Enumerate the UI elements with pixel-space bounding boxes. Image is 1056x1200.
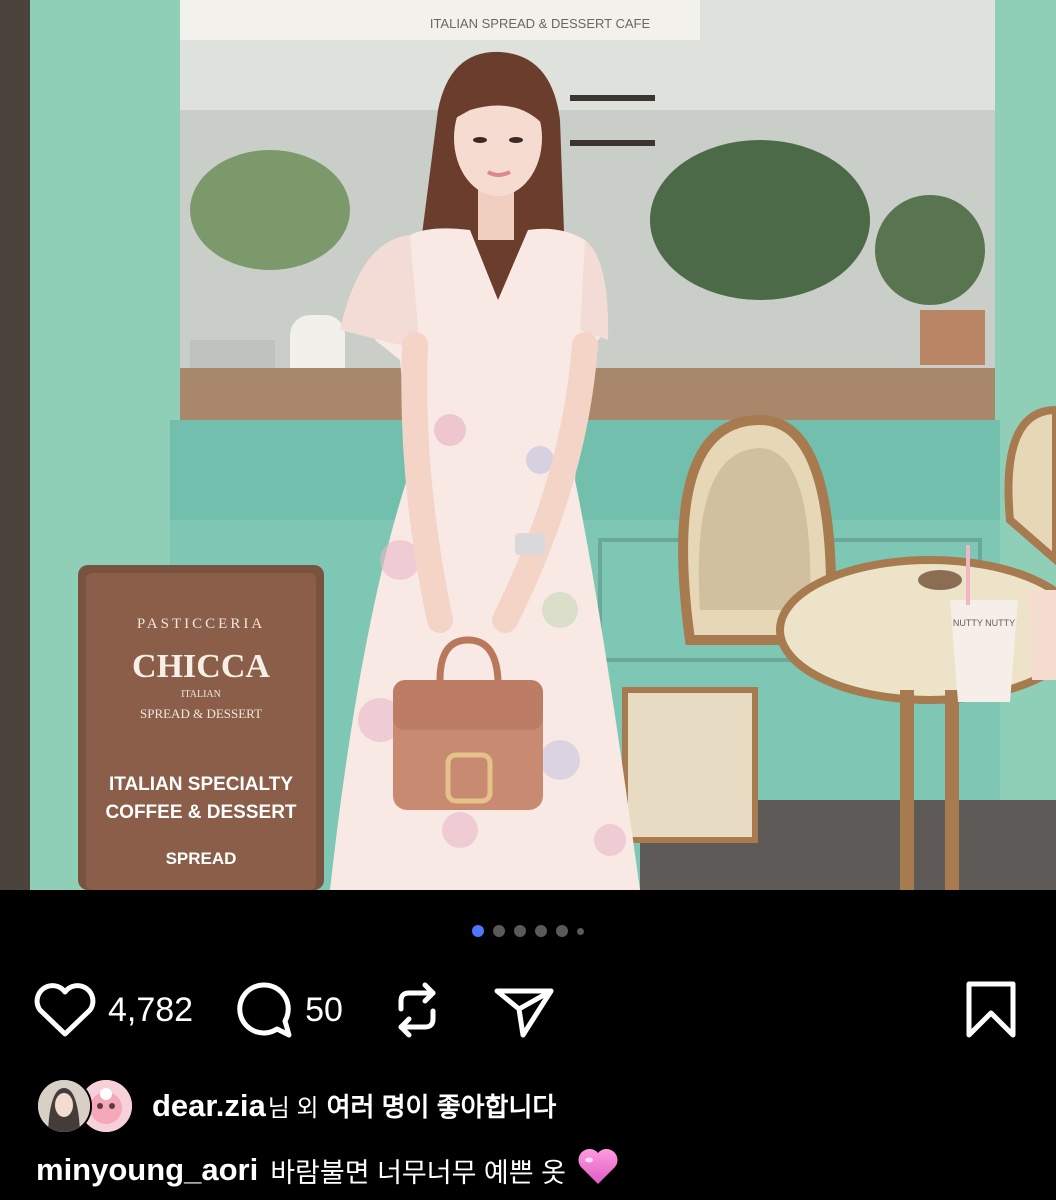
liked-by-username[interactable]: dear.zia (152, 1088, 266, 1124)
carousel-dot[interactable] (535, 925, 547, 937)
like-button[interactable]: 4,782 (32, 980, 193, 1040)
pink-heart-icon (576, 1146, 620, 1194)
liked-by-suffix: 님 외 (267, 1094, 319, 1122)
sign-line2: COFFEE & DESSERT (105, 802, 296, 823)
comment-count: 50 (305, 990, 343, 1029)
heart-outline-icon[interactable] (32, 980, 98, 1040)
caption-text: 바람불면 너무너무 예쁜 옷 (270, 1157, 566, 1188)
sign-line3: SPREAD (166, 849, 237, 868)
paper-plane-icon[interactable] (491, 979, 557, 1041)
caption-username[interactable]: minyoung_aori (36, 1152, 258, 1188)
sign-line1: ITALIAN SPECIALTY (109, 774, 293, 795)
sign-sub1: ITALIAN (181, 689, 221, 700)
post-action-bar: 4,782 50 (32, 970, 1018, 1050)
repost-button[interactable] (389, 979, 445, 1041)
bookmark-icon[interactable] (964, 980, 1018, 1040)
carousel-dot-active[interactable] (472, 925, 484, 937)
liked-by-line[interactable]: dear.zia 님 외 여러 명이 좋아합니다 (36, 1078, 556, 1134)
avatar[interactable] (36, 1078, 92, 1134)
carousel-dot[interactable] (556, 925, 568, 937)
carousel-dot[interactable] (493, 925, 505, 937)
speech-bubble-icon[interactable] (231, 979, 295, 1041)
post-photo[interactable]: ITALIAN SPREAD & DESSERT CAFE NUTTY NUTT… (0, 0, 1056, 890)
like-count: 4,782 (108, 990, 194, 1029)
liked-by-text: dear.zia 님 외 여러 명이 좋아합니다 (152, 1087, 556, 1124)
repost-icon[interactable] (389, 979, 445, 1041)
sign-sub2: SPREAD & DESSERT (140, 706, 262, 721)
post-caption: minyoung_aori 바람불면 너무너무 예쁜 옷 (36, 1146, 620, 1194)
carousel-dot[interactable] (577, 927, 584, 935)
cafe-sign: PASTICCERIA CHICCA ITALIAN SPREAD & DESS… (78, 565, 324, 890)
share-button[interactable] (491, 979, 557, 1041)
carousel-indicator[interactable] (0, 923, 1056, 939)
liker-avatars[interactable] (36, 1078, 134, 1134)
save-button[interactable] (964, 980, 1018, 1040)
sign-brand: CHICCA (132, 648, 270, 685)
awning-text: ITALIAN SPREAD & DESSERT CAFE (430, 16, 651, 31)
liked-by-others[interactable]: 여러 명이 좋아합니다 (327, 1087, 557, 1124)
carousel-dot[interactable] (514, 925, 526, 937)
avatar-photo (38, 1080, 90, 1132)
sign-arc-text: PASTICCERIA (137, 616, 265, 632)
cup-text: NUTTY NUTTY (953, 618, 1015, 628)
comment-button[interactable]: 50 (231, 979, 343, 1041)
photo-illustration: ITALIAN SPREAD & DESSERT CAFE NUTTY NUTT… (0, 0, 1056, 890)
